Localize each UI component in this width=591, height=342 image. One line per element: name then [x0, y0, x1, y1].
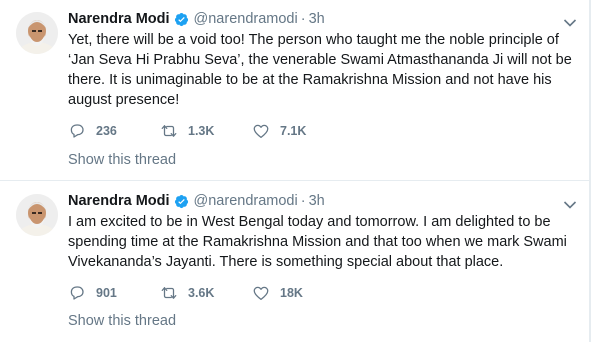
verified-badge-icon [174, 194, 189, 209]
chevron-down-icon[interactable] [563, 15, 577, 27]
author-handle[interactable]: @narendramodi [194, 193, 298, 209]
heart-icon [252, 284, 270, 302]
reply-button[interactable]: 236 [68, 122, 160, 140]
separator-dot: · [300, 193, 306, 209]
avatar[interactable] [16, 12, 58, 54]
reply-button[interactable]: 901 [68, 284, 160, 302]
retweet-icon [160, 284, 178, 302]
show-thread-link[interactable]: Show this thread [68, 152, 176, 168]
tweet-text: Yet, there will be a void too! The perso… [68, 32, 572, 108]
reply-icon [68, 284, 86, 302]
timestamp[interactable]: 3h [309, 11, 325, 27]
tweet-1[interactable]: Narendra Modi @narendramodi · 3h Yet, th… [0, 0, 591, 180]
tweet-header: Narendra Modi @narendramodi · 3h [68, 191, 325, 211]
show-thread-link[interactable]: Show this thread [68, 313, 176, 329]
reply-icon [68, 122, 86, 140]
tweet-header: Narendra Modi @narendramodi · 3h [68, 9, 325, 29]
reply-count: 901 [96, 286, 117, 300]
tweet-actions: 901 3.6K 18K [68, 284, 332, 302]
like-button[interactable]: 18K [252, 284, 332, 302]
retweet-count: 1.3K [188, 124, 215, 138]
avatar-image [16, 12, 58, 54]
verified-badge-icon [174, 12, 189, 27]
separator-dot: · [300, 11, 306, 27]
tweet-2[interactable]: Narendra Modi @narendramodi · 3h I am ex… [0, 180, 591, 342]
author-handle[interactable]: @narendramodi [194, 11, 298, 27]
heart-icon [252, 122, 270, 140]
reply-count: 236 [96, 124, 117, 138]
timestamp[interactable]: 3h [309, 193, 325, 209]
like-count: 7.1K [280, 124, 307, 138]
avatar[interactable] [16, 194, 58, 236]
retweet-button[interactable]: 1.3K [160, 122, 252, 140]
tweet-text: I am excited to be in West Bengal today … [68, 214, 567, 270]
retweet-count: 3.6K [188, 286, 215, 300]
like-button[interactable]: 7.1K [252, 122, 332, 140]
chevron-down-icon[interactable] [563, 197, 577, 209]
tweet-timeline: Narendra Modi @narendramodi · 3h Yet, th… [0, 0, 591, 342]
author-name[interactable]: Narendra Modi [68, 11, 170, 27]
author-name[interactable]: Narendra Modi [68, 193, 170, 209]
tweet-actions: 236 1.3K 7.1K [68, 122, 332, 140]
avatar-image [16, 194, 58, 236]
retweet-button[interactable]: 3.6K [160, 284, 252, 302]
retweet-icon [160, 122, 178, 140]
like-count: 18K [280, 286, 303, 300]
